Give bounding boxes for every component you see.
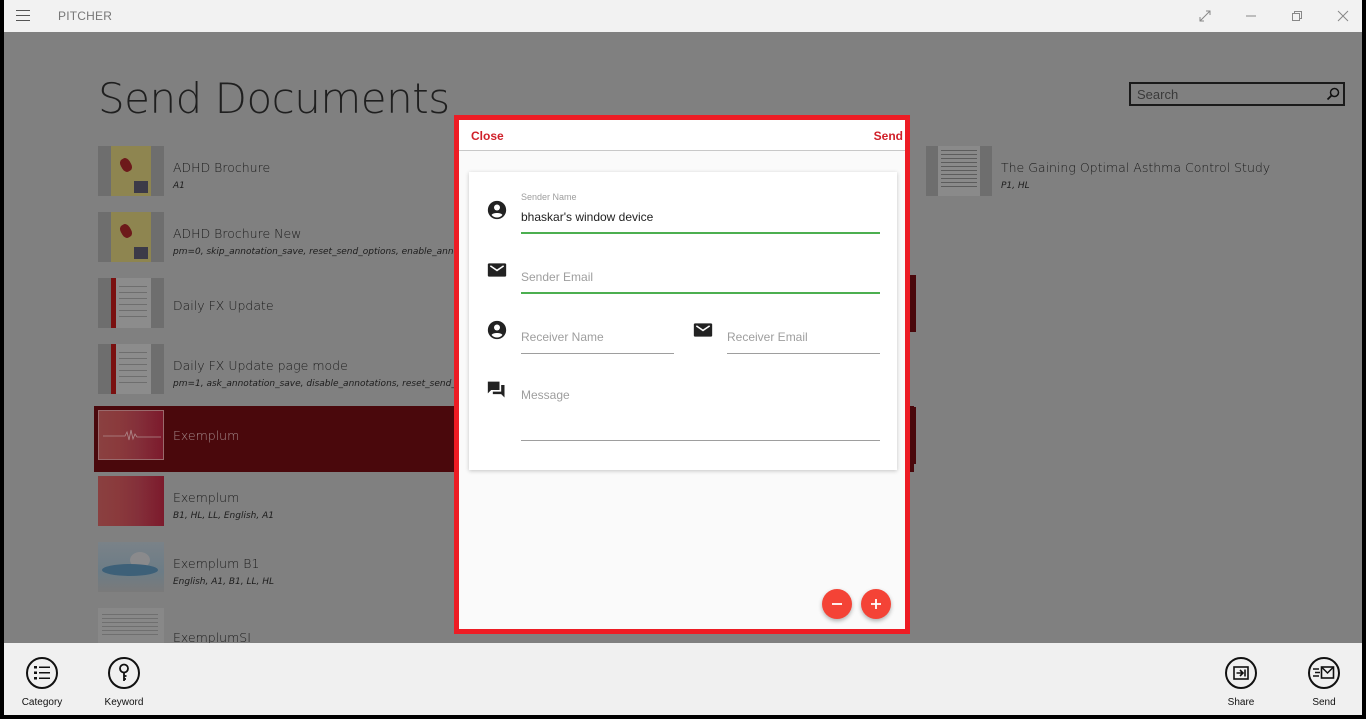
email-icon: [693, 323, 713, 337]
search-box[interactable]: [1129, 82, 1345, 106]
document-thumbnail: [98, 212, 164, 262]
sender-email-underline: [521, 292, 880, 294]
send-document-dialog: Close Send Sender Name: [454, 115, 910, 634]
add-button[interactable]: [861, 589, 891, 619]
hidden-selected-item-edge: [910, 275, 916, 332]
bottom-app-bar: Category Keyword Share Send: [4, 643, 1362, 715]
share-button[interactable]: Share: [1206, 643, 1276, 715]
remove-icon: [832, 603, 842, 605]
sender-email-input[interactable]: [521, 268, 879, 286]
document-thumbnail: [98, 476, 164, 526]
category-button[interactable]: Category: [7, 643, 77, 715]
hamburger-menu-icon[interactable]: [16, 10, 30, 21]
app-title: PITCHER: [58, 9, 113, 23]
send-button[interactable]: Send: [874, 129, 903, 143]
document-tags: P1, HL: [1001, 181, 1030, 191]
close-window-button[interactable]: [1320, 0, 1362, 32]
account-circle-icon: [487, 320, 507, 340]
page-title: Send Documents: [98, 74, 450, 123]
title-bar: PITCHER: [4, 0, 1362, 32]
document-name: Exemplum: [173, 428, 240, 443]
list-icon: [34, 666, 50, 680]
minimize-button[interactable]: [1228, 0, 1274, 32]
send-appbar-button[interactable]: Send: [1289, 643, 1359, 715]
sender-name-label: Sender Name: [521, 192, 577, 202]
receiver-name-input[interactable]: [521, 328, 671, 346]
sender-name-underline: [521, 232, 880, 234]
document-thumbnail: [98, 278, 164, 328]
send-mail-icon: [1313, 666, 1335, 679]
document-name: Exemplum: [173, 490, 240, 505]
document-thumbnail: [926, 146, 992, 196]
document-name: Daily FX Update page mode: [173, 358, 348, 373]
document-name: The Gaining Optimal Asthma Control Study: [1001, 160, 1271, 175]
message-underline: [521, 440, 880, 441]
search-icon[interactable]: [1323, 84, 1343, 104]
document-thumbnail: [98, 344, 164, 394]
restore-icon: [1292, 11, 1302, 21]
document-tags: A1: [173, 181, 185, 191]
category-label: Category: [21, 697, 63, 708]
account-circle-icon: [487, 200, 507, 220]
document-item[interactable]: The Gaining Optimal Asthma Control Study…: [926, 142, 1346, 208]
document-name: Exemplum B1: [173, 556, 260, 571]
restore-button[interactable]: [1274, 0, 1320, 32]
email-icon: [487, 263, 507, 277]
document-tags: English, A1, B1, LL, HL: [173, 577, 274, 587]
document-name: ADHD Brochure New: [173, 226, 302, 241]
remove-button[interactable]: [822, 589, 852, 619]
document-name: ADHD Brochure: [173, 160, 271, 175]
document-list-right: The Gaining Optimal Asthma Control Study…: [926, 142, 1346, 208]
expand-icon: [1199, 10, 1211, 22]
dialog-header: Close Send: [459, 120, 905, 151]
document-thumbnail: [98, 410, 164, 460]
sender-name-input[interactable]: [521, 208, 879, 226]
fullscreen-button[interactable]: [1182, 0, 1228, 32]
document-tags: B1, HL, LL, English, A1: [173, 511, 274, 521]
document-thumbnail: [98, 146, 164, 196]
keyword-label: Keyword: [104, 697, 144, 708]
receiver-email-underline: [727, 353, 880, 354]
close-icon: [1337, 10, 1349, 22]
close-button[interactable]: Close: [471, 129, 504, 143]
receiver-name-underline: [521, 353, 674, 354]
receiver-email-input[interactable]: [727, 328, 877, 346]
document-thumbnail: [98, 542, 164, 592]
send-label: Send: [1312, 697, 1336, 708]
keyword-button[interactable]: Keyword: [89, 643, 159, 715]
share-label: Share: [1227, 697, 1255, 708]
message-input[interactable]: [521, 388, 879, 432]
add-icon: [871, 599, 881, 609]
send-form: Sender Name: [469, 172, 897, 470]
forum-icon: [487, 381, 505, 398]
share-icon: [1233, 666, 1249, 680]
minimize-icon: [1246, 15, 1256, 17]
search-input[interactable]: [1131, 84, 1323, 104]
hidden-selected-item-edge: [910, 407, 916, 464]
document-tags: pm=1, ask_annotation_save, disable_annot…: [173, 379, 489, 389]
key-icon: [119, 663, 129, 681]
document-name: Daily FX Update: [173, 298, 274, 313]
app-window: PITCHER Send Documents ADHD Brochure A1 A…: [4, 0, 1362, 715]
document-tags: pm=0, skip_annotation_save, reset_send_o…: [173, 247, 502, 257]
